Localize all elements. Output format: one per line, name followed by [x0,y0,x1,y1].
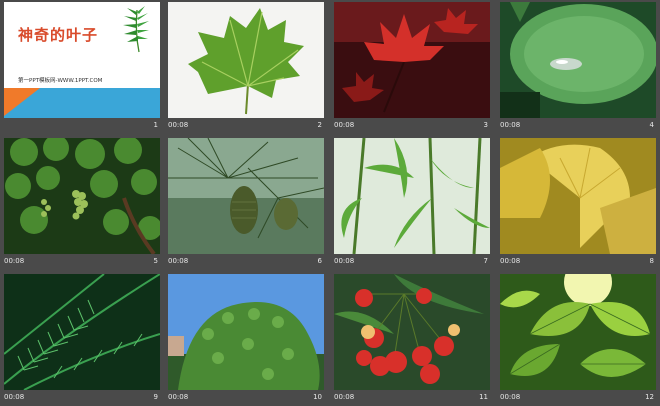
slide-number: 8 [649,257,654,265]
slide-timing: 00:08 [168,257,189,265]
slide-number: 1 [153,121,158,129]
slide-7-tile[interactable]: 00:08 7 [332,136,492,269]
pine-cone-photo [168,138,324,254]
slide-3-tile[interactable]: 00:08 3 [332,0,492,133]
slide-number: 3 [483,121,488,129]
slide-timing: 00:08 [168,393,189,401]
slide-6-tile[interactable]: 00:08 6 [166,136,326,269]
ginkgo-photo [500,138,656,254]
slide-4-thumbnail[interactable] [500,2,656,118]
slide-10-tile[interactable]: 00:08 10 [166,272,326,405]
slide-timing: 00:08 [4,393,25,401]
slide-11-tile[interactable]: 00:08 11 [332,272,492,405]
ivy-tower-photo [168,274,324,390]
slide-sorter-grid: 神奇的叶子 第一PPT模板网-WWW.1PPT.COM 1 00:08 2 00… [0,0,660,406]
slide-number: 2 [317,121,322,129]
slide-2-tile[interactable]: 00:08 2 [166,0,326,133]
slide-number: 4 [649,121,654,129]
slide-4-tile[interactable]: 00:08 4 [498,0,658,133]
slide-12-tile[interactable]: 00:08 12 [498,272,658,405]
slide-number: 7 [483,257,488,265]
slide-3-thumbnail[interactable] [334,2,490,118]
title-slide-art [4,2,160,118]
slide-8-tile[interactable]: 00:08 8 [498,136,658,269]
cycad-photo [4,274,160,390]
slide-timing: 00:08 [500,393,521,401]
slide-timing: 00:08 [4,257,25,265]
slide-5-thumbnail[interactable] [4,138,160,254]
slide-10-thumbnail[interactable] [168,274,324,390]
slide-subtitle: 第一PPT模板网-WWW.1PPT.COM [18,78,103,84]
bamboo-photo [334,138,490,254]
slide-timing: 00:08 [500,257,521,265]
lotus-leaf-photo [500,2,656,118]
slide-timing: 00:08 [500,121,521,129]
slide-12-thumbnail[interactable] [500,274,656,390]
slide-1-thumbnail[interactable]: 神奇的叶子 第一PPT模板网-WWW.1PPT.COM [4,2,160,118]
slide-timing: 00:08 [334,121,355,129]
slide-number: 9 [153,393,158,401]
slide-title: 神奇的叶子 [18,26,99,44]
slide-6-thumbnail[interactable] [168,138,324,254]
slide-number: 6 [317,257,322,265]
slide-timing: 00:08 [168,121,189,129]
slide-5-tile[interactable]: 00:08 5 [2,136,162,269]
slide-1-tile[interactable]: 神奇的叶子 第一PPT模板网-WWW.1PPT.COM 1 [2,0,162,133]
red-maple-photo [334,2,490,118]
slide-9-thumbnail[interactable] [4,274,160,390]
grape-vine-photo [4,138,160,254]
slide-number: 5 [153,257,158,265]
slide-11-thumbnail[interactable] [334,274,490,390]
slide-timing: 00:08 [334,257,355,265]
slide-number: 11 [479,393,488,401]
slide-timing: 00:08 [334,393,355,401]
slide-7-thumbnail[interactable] [334,138,490,254]
slide-9-tile[interactable]: 00:08 9 [2,272,162,405]
slide-8-thumbnail[interactable] [500,138,656,254]
backlit-leaves-photo [500,274,656,390]
slide-number: 10 [313,393,322,401]
maple-leaf-photo [168,2,324,118]
slide-2-thumbnail[interactable] [168,2,324,118]
cherries-photo [334,274,490,390]
slide-number: 12 [645,393,654,401]
